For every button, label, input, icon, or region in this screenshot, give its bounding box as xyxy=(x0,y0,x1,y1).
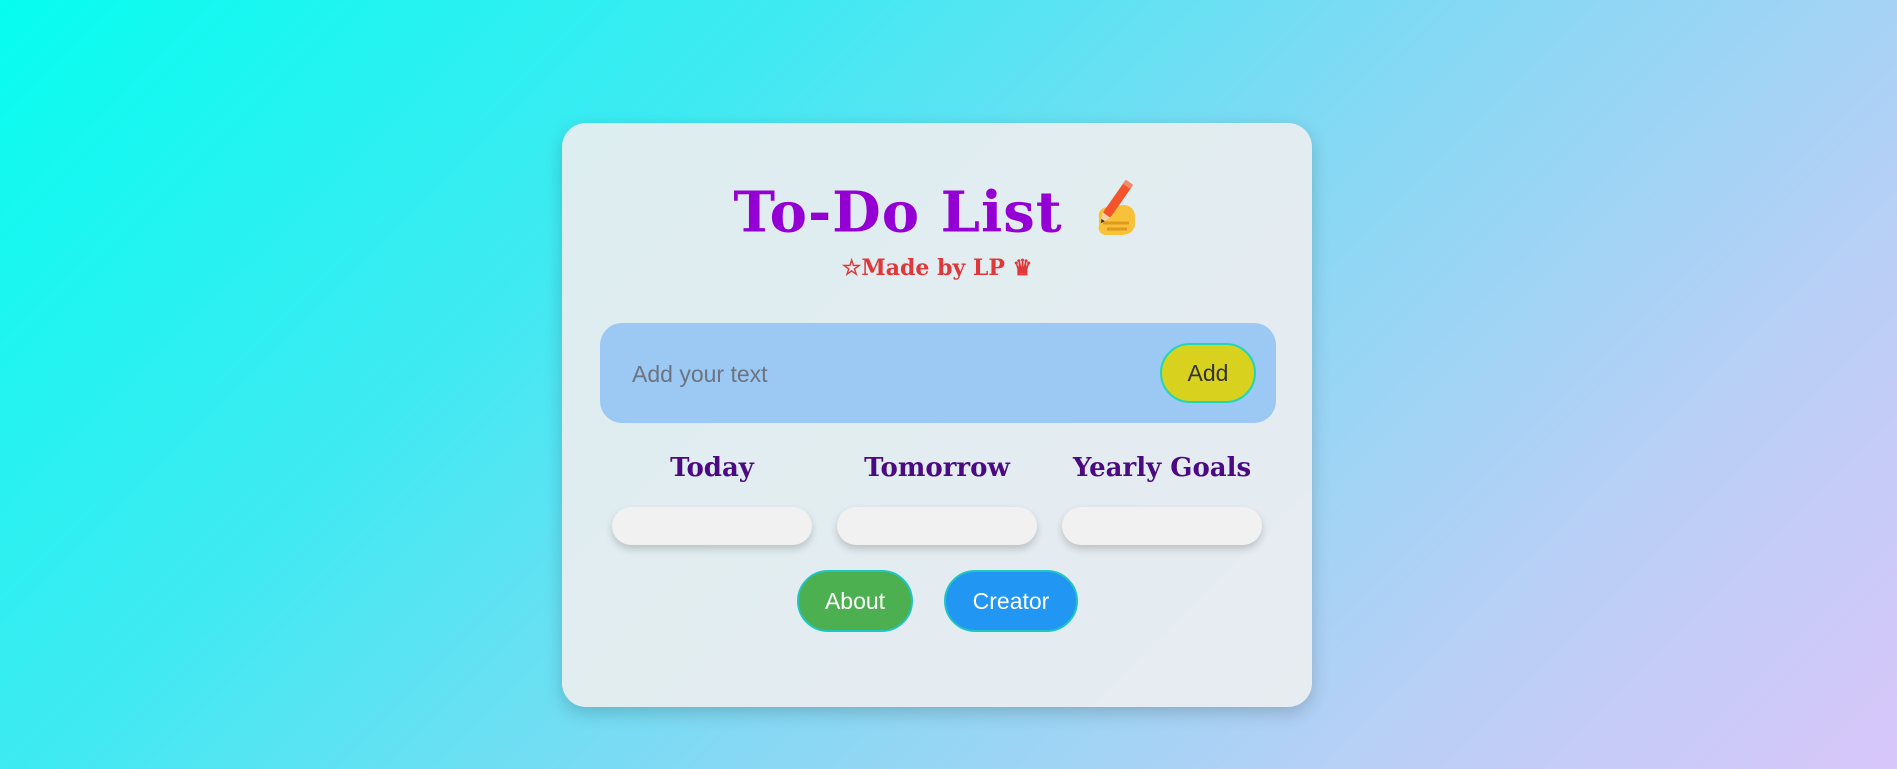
page-title: To-Do List xyxy=(562,179,1312,255)
subtitle: ☆Made by LP ♛ xyxy=(841,255,1033,281)
input-bar: Add xyxy=(600,323,1276,423)
todo-card: To-Do List ☆Made by LP ♛ Add Today Tomor… xyxy=(562,123,1312,707)
add-button[interactable]: Add xyxy=(1160,343,1256,403)
list-today xyxy=(612,507,812,545)
list-tomorrow xyxy=(837,507,1037,545)
column-title-yearly-goals: Yearly Goals xyxy=(1072,453,1252,483)
title-text: To-Do List xyxy=(733,179,1063,246)
column-title-today: Today xyxy=(670,453,754,483)
creator-button[interactable]: Creator xyxy=(944,570,1078,632)
writing-hand-icon xyxy=(1079,179,1141,255)
list-yearly-goals xyxy=(1062,507,1262,545)
about-button[interactable]: About xyxy=(797,570,913,632)
column-title-tomorrow: Tomorrow xyxy=(864,453,1010,483)
task-input[interactable] xyxy=(630,351,1114,397)
